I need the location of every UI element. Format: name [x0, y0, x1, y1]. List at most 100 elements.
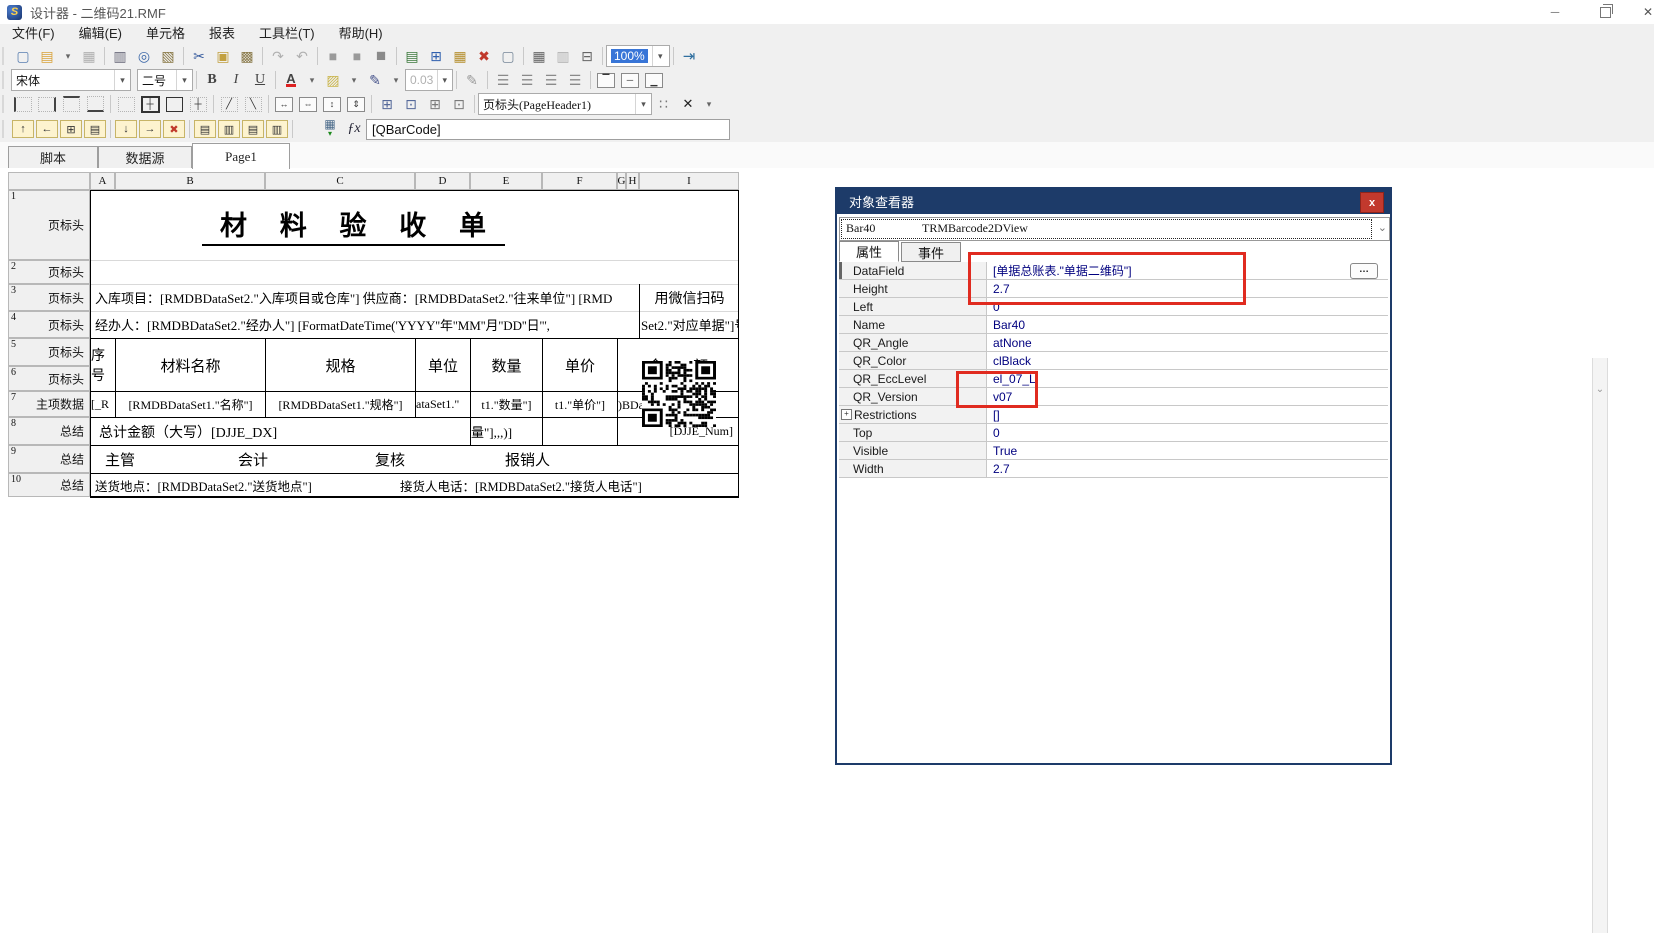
underline-icon[interactable]: U	[248, 70, 272, 90]
col-header-a[interactable]: A	[90, 172, 115, 190]
insert-row-above-icon[interactable]: ↑	[11, 119, 35, 139]
total-mid-cell[interactable]: 量"],,,)]	[470, 417, 543, 446]
qr-caption-cell[interactable]: 用微信扫码	[640, 284, 739, 311]
cut-icon[interactable]: ✂	[187, 46, 211, 66]
menu-file[interactable]: 文件(F)	[0, 24, 67, 44]
border-left-icon[interactable]	[11, 94, 35, 114]
equal-width-icon[interactable]: ↔	[272, 94, 296, 114]
th-xuhao[interactable]: 序号	[90, 338, 116, 392]
hide-grid-icon[interactable]: ▥	[551, 46, 575, 66]
cell-insert-left-icon[interactable]: ⊞	[375, 94, 399, 114]
line-color-icon[interactable]: ✎	[363, 70, 387, 90]
sign-row-cell[interactable]	[90, 445, 739, 474]
row-header-9[interactable]: 9总结	[8, 445, 90, 473]
fx-icon[interactable]: ƒx	[342, 119, 366, 139]
formula-input[interactable]: [QBarCode]	[366, 119, 730, 140]
insert-col-right-icon[interactable]: →	[138, 119, 162, 139]
qr-code[interactable]	[642, 361, 716, 427]
tab-events[interactable]: 事件	[901, 242, 961, 262]
border-none-icon[interactable]	[114, 94, 138, 114]
page-setup-icon[interactable]: ▧	[156, 46, 180, 66]
zoom-combo[interactable]: 100% ▾	[606, 45, 670, 67]
tab-script[interactable]: 脚本	[8, 146, 98, 168]
menu-edit[interactable]: 编辑(E)	[67, 24, 134, 44]
split-cell-icon[interactable]: ⊞	[59, 119, 83, 139]
paste-icon[interactable]: ▩	[235, 46, 259, 66]
border-diag-down-icon[interactable]: ╲	[241, 94, 265, 114]
scrollbar-chevron-icon[interactable]: ⌄	[1594, 384, 1606, 395]
datafield-ellipsis-button[interactable]: …	[1350, 263, 1378, 279]
tab-datasource[interactable]: 数据源	[98, 146, 192, 168]
save-icon[interactable]: ▦	[77, 46, 101, 66]
restore-button[interactable]	[1585, 0, 1625, 24]
tab-properties[interactable]: 属性	[839, 241, 899, 262]
col-header-d[interactable]: D	[415, 172, 470, 190]
band-tool-1-icon[interactable]: ■	[321, 46, 345, 66]
row-header-10[interactable]: 10总结	[8, 473, 90, 497]
row-header-6[interactable]: 6页标头	[8, 366, 90, 391]
th-shuliang[interactable]: 数量	[470, 338, 543, 392]
print-icon[interactable]: ▥	[108, 46, 132, 66]
detail-cell-e[interactable]: t1."数量"]	[470, 391, 543, 418]
border-right-icon[interactable]	[35, 94, 59, 114]
prop-row-visible[interactable]: Visible True	[839, 442, 1388, 460]
detail-cell-d[interactable]: ataSet1."	[415, 391, 471, 418]
bold-icon[interactable]: B	[200, 70, 224, 90]
row-header-1[interactable]: 1页标头	[8, 190, 90, 260]
report-row4-right-cell[interactable]: Set2."对应单据"]号	[641, 311, 739, 338]
band-selector-combo[interactable]: 页标头(PageHeader1) ▾	[478, 93, 652, 115]
prop-row-name[interactable]: Name Bar40	[839, 316, 1388, 334]
show-grid-icon[interactable]: ▦	[527, 46, 551, 66]
open-dropdown-icon[interactable]: ▾	[59, 46, 77, 66]
band-page-4-icon[interactable]: ▥	[265, 119, 289, 139]
col-header-h[interactable]: H	[626, 172, 639, 190]
font-size-arrow-icon[interactable]: ▾	[176, 70, 192, 90]
open-icon[interactable]: ▤	[35, 46, 59, 66]
report-row4-cell[interactable]: 经办人：[RMDBDataSet2."经办人"] [FormatDateTime…	[91, 311, 641, 338]
prop-row-top[interactable]: Top 0	[839, 424, 1388, 442]
toolbar-more-icon[interactable]: ▾	[700, 94, 718, 114]
col-header-i[interactable]: I	[639, 172, 739, 190]
prop-row-qr-version[interactable]: QR_Version v07	[839, 388, 1388, 406]
border-top-icon[interactable]	[59, 94, 83, 114]
corner-header[interactable]	[8, 172, 90, 190]
font-name-combo[interactable]: 宋体 ▾	[11, 69, 131, 91]
detail-cell-c[interactable]: [RMDBDataSet1."规格"]	[265, 391, 416, 418]
valign-middle-icon[interactable]: ─	[618, 70, 642, 90]
prop-row-restrictions[interactable]: +Restrictions []	[839, 406, 1388, 424]
row-header-4[interactable]: 4页标头	[8, 311, 90, 338]
border-inner-icon[interactable]: ┼	[186, 94, 210, 114]
object-viewer-close-button[interactable]: x	[1360, 192, 1384, 213]
insert-row-below-icon[interactable]: ↓	[114, 119, 138, 139]
menu-help[interactable]: 帮助(H)	[327, 24, 395, 44]
tab-page1[interactable]: Page1	[192, 143, 290, 169]
fill-color-arrow-icon[interactable]: ▾	[345, 70, 363, 90]
prop-row-qr-color[interactable]: QR_Color clBlack	[839, 352, 1388, 370]
delete-object-icon[interactable]: ✕	[676, 94, 700, 114]
insert-band-icon[interactable]: ▦	[448, 46, 472, 66]
band-row-icon[interactable]: ▤	[83, 119, 107, 139]
menu-cell[interactable]: 单元格	[134, 24, 197, 44]
prop-row-width[interactable]: Width 2.7	[839, 460, 1388, 478]
expand-icon[interactable]: +	[841, 409, 852, 420]
vertical-scrollbar[interactable]: ⌄	[1592, 358, 1608, 933]
border-bottom-icon[interactable]	[83, 94, 107, 114]
report-row3-cell[interactable]: 入库项目：[RMDBDataSet2."入库项目或仓库"] 供应商：[RMDBD…	[91, 284, 641, 311]
italic-icon[interactable]: I	[224, 70, 248, 90]
detail-cell-f[interactable]: t1."单价"]	[542, 391, 618, 418]
detail-cell-a[interactable]: [_R	[90, 391, 116, 418]
row-header-3[interactable]: 3页标头	[8, 284, 90, 311]
blank-page-icon[interactable]: ▢	[496, 46, 520, 66]
fit-width-icon[interactable]: ⇔	[296, 94, 320, 114]
line-color-arrow-icon[interactable]: ▾	[387, 70, 405, 90]
menu-report[interactable]: 报表	[197, 24, 247, 44]
font-color-arrow-icon[interactable]: ▾	[303, 70, 321, 90]
cell-insert-down-icon[interactable]: ⊡	[447, 94, 471, 114]
band-selector-arrow-icon[interactable]: ▾	[635, 94, 651, 114]
th-danjia[interactable]: 单价	[542, 338, 618, 392]
total-label-cell[interactable]: 总计金额（大写）[DJJE_DX]	[90, 417, 471, 446]
total-empty-cell[interactable]	[542, 417, 618, 446]
align-right-icon[interactable]: ☰	[539, 70, 563, 90]
align-justify-icon[interactable]: ☰	[563, 70, 587, 90]
exit-icon[interactable]: ⇥	[677, 46, 701, 66]
